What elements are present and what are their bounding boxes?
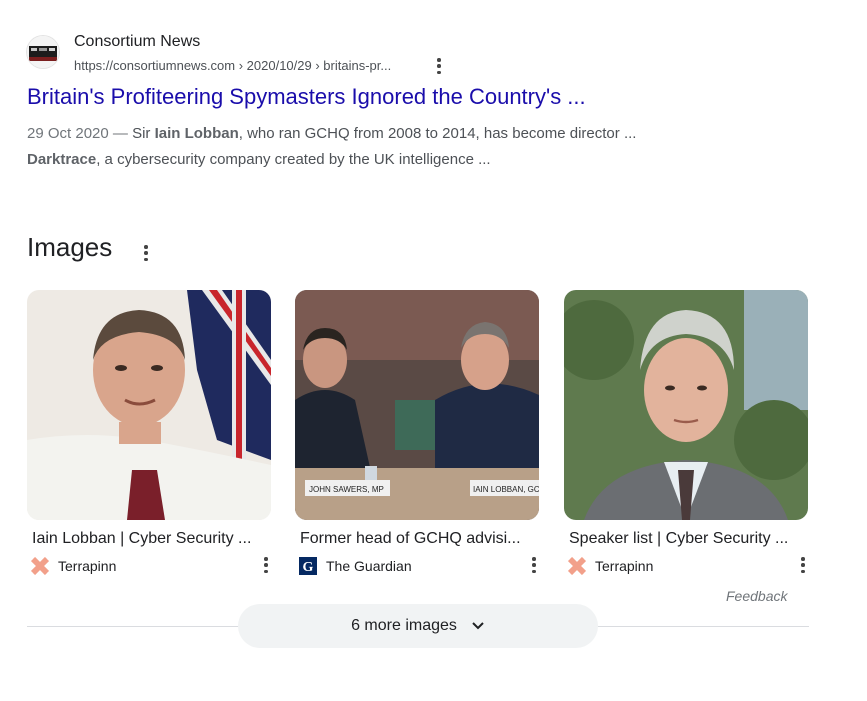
source-name: Terrapinn [58, 558, 117, 574]
image-caption[interactable]: Speaker list | Cyber Security ... [569, 530, 788, 548]
image-caption[interactable]: Iain Lobban | Cyber Security ... [32, 530, 251, 548]
image-card[interactable]: JOHN SAWERS, MP IAIN LOBBAN, GC Former h… [295, 290, 539, 575]
guardian-logo-icon: G [299, 557, 317, 575]
more-images-button[interactable]: 6 more images [238, 604, 598, 648]
more-images-label: 6 more images [351, 617, 457, 634]
image-card[interactable]: Speaker list | Cyber Security ... Terrap… [564, 290, 808, 575]
image-thumbnail[interactable]: JOHN SAWERS, MP IAIN LOBBAN, GC [295, 290, 539, 520]
snippet-date: 29 Oct 2020 — [27, 125, 128, 142]
result-snippet: 29 Oct 2020 — Sir Iain Lobban, who ran G… [27, 121, 787, 173]
source-name: Terrapinn [595, 558, 654, 574]
snippet-text: , who ran GCHQ from 2008 to 2014, has be… [238, 125, 637, 142]
nameplate-right: IAIN LOBBAN, GC [473, 485, 539, 494]
images-more-options-icon[interactable] [138, 244, 154, 262]
consortium-news-favicon-icon[interactable] [27, 36, 59, 68]
snippet-bold-term: Darktrace [27, 151, 97, 168]
snippet-text: Sir [132, 125, 155, 142]
site-url[interactable]: https://consortiumnews.com › 2020/10/29 … [74, 58, 391, 73]
card-more-options-icon[interactable] [526, 556, 542, 574]
terrapinn-logo-icon [568, 557, 586, 575]
image-source[interactable]: G The Guardian [299, 557, 412, 575]
result-more-options-icon[interactable] [431, 57, 447, 75]
image-thumbnail[interactable] [27, 290, 271, 520]
feedback-link[interactable]: Feedback [726, 588, 787, 604]
image-card[interactable]: Iain Lobban | Cyber Security ... Terrapi… [27, 290, 271, 575]
nameplate-left: JOHN SAWERS, MP [309, 485, 384, 494]
image-source[interactable]: Terrapinn [568, 557, 653, 575]
card-more-options-icon[interactable] [795, 556, 811, 574]
image-caption[interactable]: Former head of GCHQ advisi... [300, 530, 521, 548]
terrapinn-logo-icon [31, 557, 49, 575]
svg-text:G: G [303, 560, 314, 575]
source-name: The Guardian [326, 558, 412, 574]
image-source[interactable]: Terrapinn [31, 557, 116, 575]
snippet-bold-term: Iain Lobban [154, 125, 239, 142]
chevron-down-icon [472, 622, 484, 630]
card-more-options-icon[interactable] [258, 556, 274, 574]
images-heading: Images [27, 232, 113, 262]
snippet-text: , a cybersecurity company created by the… [96, 151, 491, 168]
image-thumbnail[interactable] [564, 290, 808, 520]
site-name[interactable]: Consortium News [74, 33, 200, 51]
result-title-link[interactable]: Britain's Profiteering Spymasters Ignore… [27, 84, 586, 110]
